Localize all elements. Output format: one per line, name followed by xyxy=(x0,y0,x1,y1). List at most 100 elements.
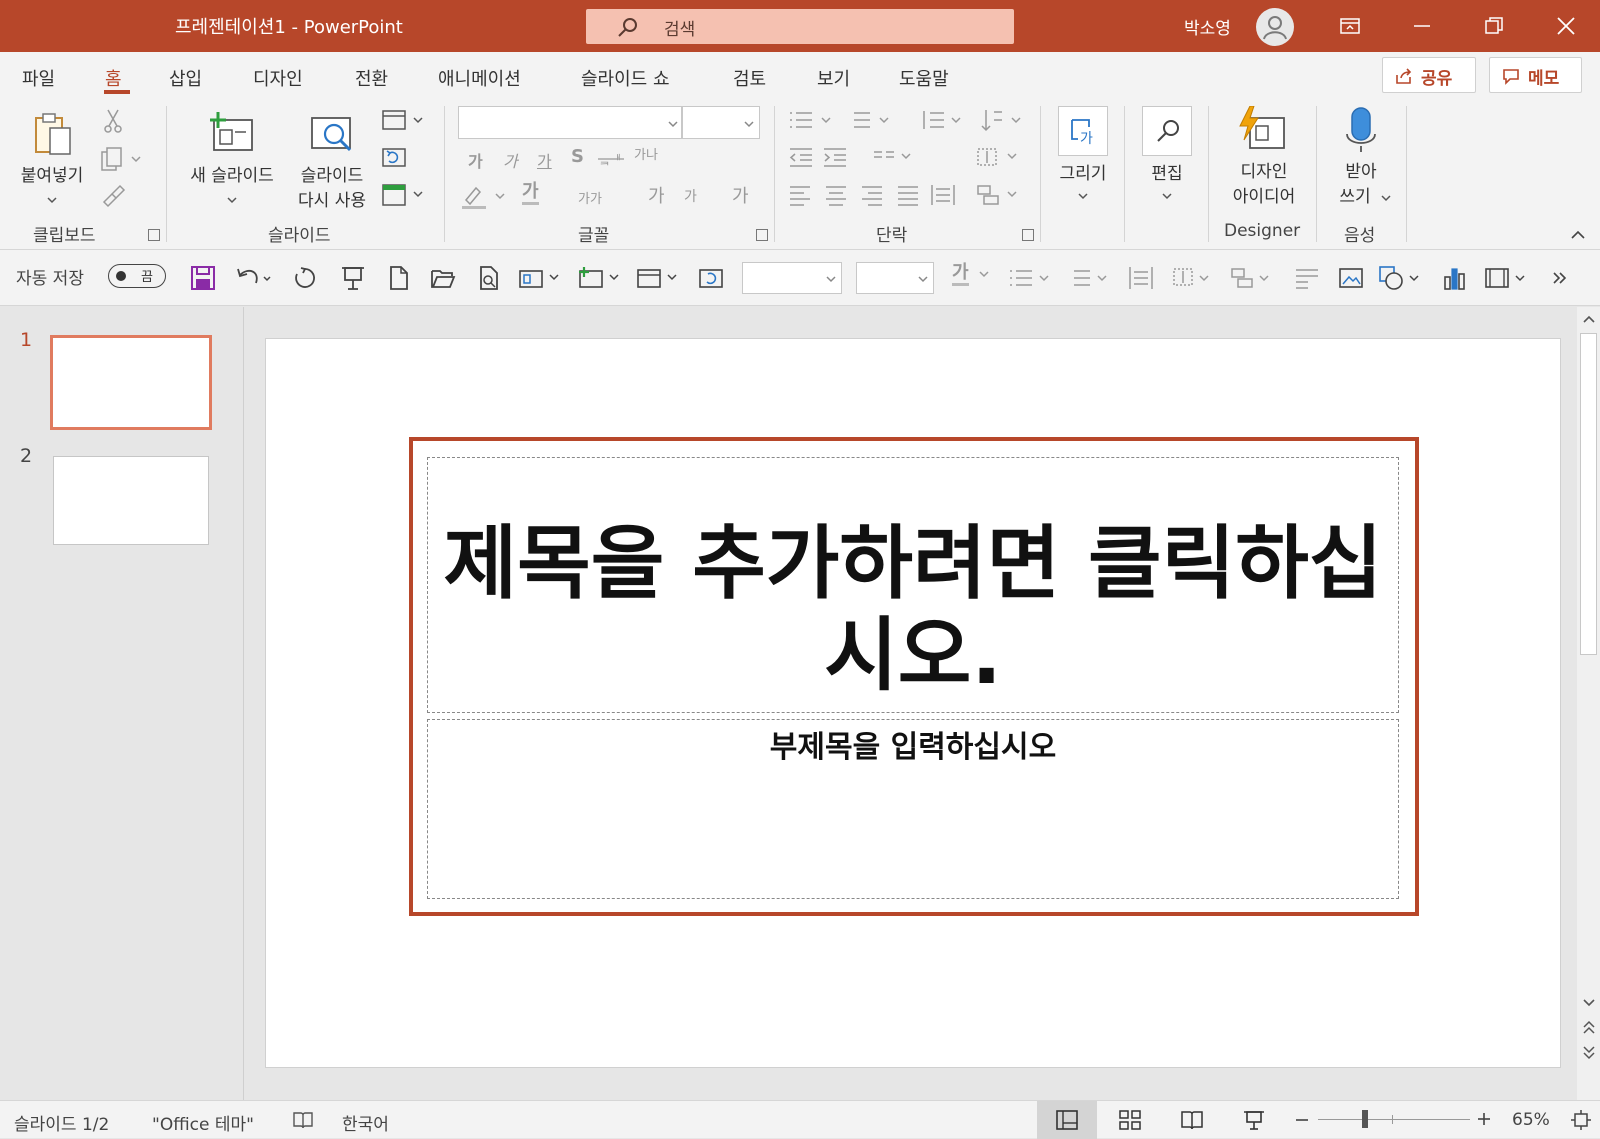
tab-view[interactable]: 보기 xyxy=(817,65,850,91)
minimize-button[interactable] xyxy=(1386,0,1458,52)
tab-transitions[interactable]: 전환 xyxy=(355,65,388,91)
columns-icon[interactable] xyxy=(872,146,918,168)
paragraph-dialog-launcher[interactable] xyxy=(1022,229,1034,241)
align-center-icon[interactable] xyxy=(824,184,848,206)
increase-indent-icon[interactable] xyxy=(822,146,850,168)
save-icon[interactable] xyxy=(190,265,216,291)
new-slide-button[interactable]: 새 슬라이드 xyxy=(180,106,284,206)
design-ideas-button[interactable]: 디자인 아이디어 xyxy=(1218,104,1310,216)
distributed-icon[interactable] xyxy=(930,184,956,206)
reuse-slides-button[interactable]: 슬라이드 다시 사용 xyxy=(288,106,376,216)
slide-sorter-button[interactable] xyxy=(1100,1101,1160,1139)
previous-slide-icon[interactable] xyxy=(1581,1019,1597,1037)
italic-button[interactable]: 가 xyxy=(503,148,518,172)
text-direction-icon[interactable] xyxy=(980,108,1026,132)
scroll-thumb[interactable] xyxy=(1580,333,1597,655)
justify-icon[interactable] xyxy=(896,184,920,206)
new-slide-qat-icon[interactable] xyxy=(578,265,622,291)
search-box[interactable]: 검색 xyxy=(586,9,1014,44)
qat-distributed-icon[interactable] xyxy=(1128,265,1154,291)
character-spacing-button[interactable]: 가나 xyxy=(634,144,658,163)
new-file-icon[interactable] xyxy=(386,265,412,291)
font-name-select[interactable] xyxy=(458,106,682,139)
copy-icon[interactable] xyxy=(100,146,142,172)
undo-icon[interactable] xyxy=(234,265,274,291)
font-dialog-launcher[interactable] xyxy=(756,229,768,241)
slideshow-view-button[interactable] xyxy=(1224,1101,1284,1139)
qat-font-color-button[interactable]: 가 xyxy=(952,263,969,286)
zoom-out-icon[interactable] xyxy=(1294,1113,1310,1127)
shrink-font-button[interactable]: 가 xyxy=(684,186,697,206)
chevron-down-icon[interactable] xyxy=(978,270,990,278)
highlight-icon[interactable] xyxy=(460,182,510,210)
memo-button[interactable]: 메모 xyxy=(1489,57,1582,93)
tab-file[interactable]: 파일 xyxy=(22,65,55,91)
grow-font-button[interactable]: 가 xyxy=(648,182,665,208)
qat-video-icon[interactable] xyxy=(1484,265,1530,291)
scroll-down-icon[interactable] xyxy=(1581,997,1597,1009)
underline-button[interactable]: 가 xyxy=(537,148,552,172)
shadow-button[interactable]: S xyxy=(571,146,584,167)
line-spacing-icon[interactable] xyxy=(920,108,966,132)
slide-thumbnail-1[interactable] xyxy=(50,335,212,430)
smartart-icon[interactable] xyxy=(976,184,1024,206)
font-color-button[interactable]: 가 xyxy=(522,182,539,205)
more-commands-icon[interactable] xyxy=(1550,265,1570,291)
tab-review[interactable]: 검토 xyxy=(733,65,766,91)
layout-icon[interactable] xyxy=(380,108,426,134)
qat-align-text-icon[interactable] xyxy=(1170,265,1216,291)
close-button[interactable] xyxy=(1530,0,1600,52)
bold-button[interactable]: 가 xyxy=(468,148,483,172)
qat-size-select[interactable] xyxy=(856,262,934,294)
autosave-toggle[interactable]: 끔 xyxy=(108,264,166,288)
align-text-icon[interactable] xyxy=(974,146,1024,168)
layout-qat-icon[interactable] xyxy=(518,265,562,291)
open-folder-icon[interactable] xyxy=(430,265,456,291)
ribbon-display-options-button[interactable] xyxy=(1314,0,1386,52)
qat-paragraph-icon[interactable] xyxy=(1294,265,1320,291)
language[interactable]: 한국어 xyxy=(342,1110,389,1135)
next-slide-icon[interactable] xyxy=(1581,1043,1597,1061)
tab-help[interactable]: 도움말 xyxy=(899,65,949,91)
reset-slide-icon[interactable] xyxy=(380,144,408,170)
zoom-slider-track[interactable] xyxy=(1318,1119,1470,1120)
clipboard-dialog-launcher[interactable] xyxy=(148,229,160,241)
collapse-ribbon-icon[interactable] xyxy=(1570,230,1586,240)
tab-animations[interactable]: 애니메이션 xyxy=(438,65,521,91)
avatar[interactable] xyxy=(1256,8,1294,46)
zoom-slider-thumb[interactable] xyxy=(1362,1110,1368,1128)
qat-chart-icon[interactable] xyxy=(1442,265,1468,291)
bullets-icon[interactable] xyxy=(788,108,838,132)
change-case-button[interactable]: 가가 xyxy=(578,188,602,207)
font-size-select[interactable] xyxy=(682,106,760,139)
fit-to-window-icon[interactable] xyxy=(1570,1109,1592,1131)
share-button[interactable]: 공유 xyxy=(1382,57,1476,93)
reset-icon[interactable] xyxy=(698,265,724,291)
align-right-icon[interactable] xyxy=(860,184,884,206)
editing-button[interactable]: 편집 xyxy=(1134,106,1200,206)
numbering-icon[interactable] xyxy=(846,108,896,132)
present-icon[interactable] xyxy=(340,265,366,291)
cut-icon[interactable] xyxy=(100,108,126,134)
print-preview-icon[interactable] xyxy=(476,265,502,291)
qat-smartart-icon[interactable] xyxy=(1230,265,1276,291)
section-icon[interactable] xyxy=(380,182,426,208)
slide-thumbnail-2[interactable] xyxy=(53,456,209,545)
user-name[interactable]: 박소영 xyxy=(1184,14,1231,39)
title-placeholder-text[interactable]: 제목을 추가하려면 클릭하십시오. xyxy=(430,518,1396,702)
vertical-scrollbar[interactable] xyxy=(1577,307,1600,1100)
qat-shapes-icon[interactable] xyxy=(1378,265,1424,291)
qat-bullets-icon[interactable] xyxy=(1008,265,1054,291)
subtitle-placeholder-text[interactable]: 부제목을 입력하십시오 xyxy=(430,722,1396,766)
dictate-button[interactable]: 받아 쓰기 xyxy=(1326,104,1396,216)
strikethrough-icon[interactable]: ᆿᅢᅢ xyxy=(598,150,624,168)
decrease-indent-icon[interactable] xyxy=(788,146,816,168)
tab-insert[interactable]: 삽입 xyxy=(169,65,202,91)
qat-font-select[interactable] xyxy=(742,262,842,294)
accessibility-icon[interactable] xyxy=(292,1110,314,1130)
slide-layout-icon[interactable] xyxy=(636,265,680,291)
normal-view-button[interactable] xyxy=(1037,1101,1097,1139)
reading-view-button[interactable] xyxy=(1162,1101,1222,1139)
paste-button[interactable]: 붙여넣기 xyxy=(14,106,90,206)
zoom-in-icon[interactable] xyxy=(1476,1111,1492,1127)
